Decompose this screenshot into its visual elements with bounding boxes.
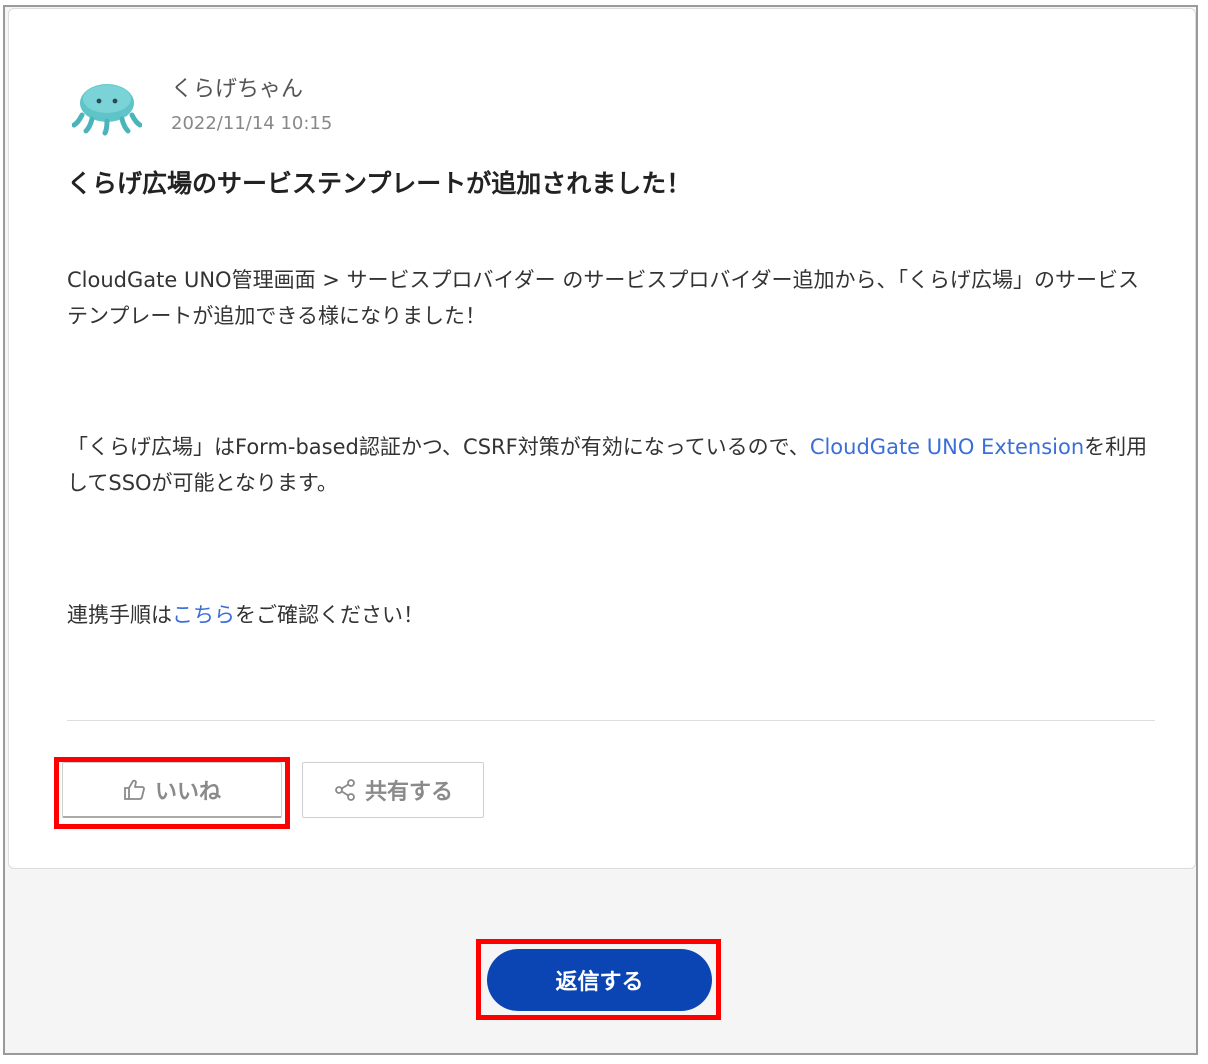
paragraph-2-text-before: 「くらげ広場」はForm-based認証かつ、CSRF対策が有効になっているので… <box>67 435 810 459</box>
post-paragraph-1: CloudGate UNO管理画面 > サービスプロバイダー のサービスプロバイ… <box>67 268 1140 328</box>
author-name: くらげちゃん <box>171 77 304 102</box>
post-paragraph-2: 「くらげ広場」はForm-based認証かつ、CSRF対策が有効になっているので… <box>67 429 1157 501</box>
paragraph-3-text-after: をご確認ください！ <box>235 603 424 627</box>
extension-link[interactable]: CloudGate UNO Extension <box>810 435 1084 459</box>
post-title: くらげ広場のサービステンプレートが追加されました！ <box>67 169 692 198</box>
thumbs-up-icon <box>124 779 145 800</box>
share-label: 共有する <box>364 780 453 805</box>
share-icon <box>335 779 355 801</box>
like-label: いいね <box>154 779 221 805</box>
share-button[interactable]: 共有する <box>302 762 484 818</box>
like-button[interactable]: いいね <box>62 762 282 818</box>
reply-button[interactable]: 返信する <box>487 949 712 1011</box>
post-timestamp: 2022/11/14 10:15 <box>171 113 333 134</box>
procedure-link[interactable]: こちら <box>172 603 235 627</box>
paragraph-3-text-before: 連携手順は <box>67 603 172 627</box>
post-card: くらげちゃん 2022/11/14 10:15 くらげ広場のサービステンプレート… <box>8 8 1196 869</box>
divider <box>67 720 1155 721</box>
jellyfish-avatar-icon <box>72 84 142 136</box>
post-paragraph-3: 連携手順はこちらをご確認ください！ <box>67 597 1157 633</box>
